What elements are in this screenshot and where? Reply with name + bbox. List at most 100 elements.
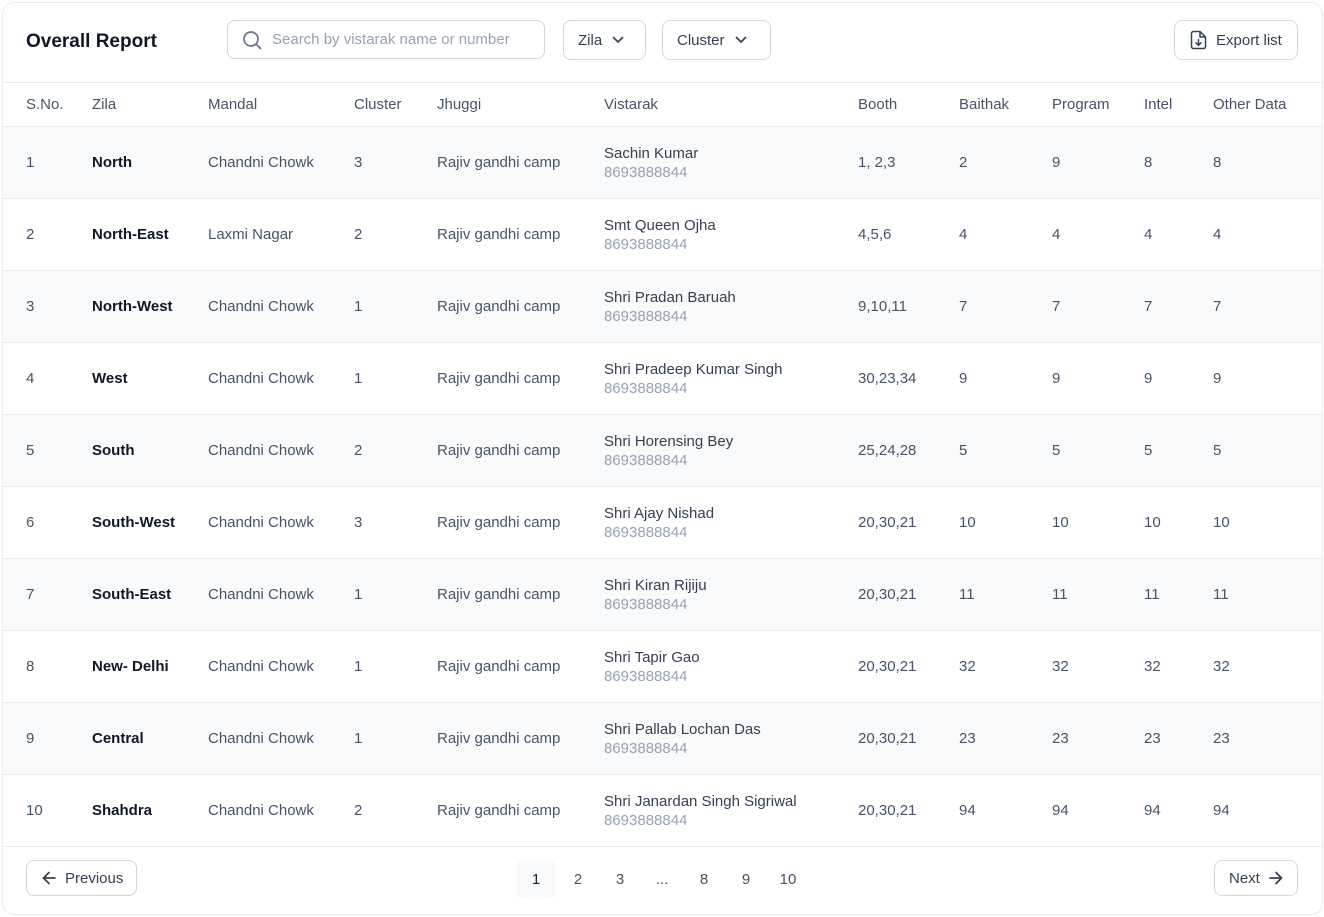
cell-cluster: 2: [354, 414, 437, 487]
page-button-1[interactable]: 1: [516, 859, 556, 899]
cell-baithak: 11: [959, 558, 1052, 631]
table-row[interactable]: 5 South Chandni Chowk 2 Rajiv gandhi cam…: [3, 414, 1322, 487]
cell-jhuggi: Rajiv gandhi camp: [437, 198, 604, 271]
table-row[interactable]: 8 New- Delhi Chandni Chowk 1 Rajiv gandh…: [3, 630, 1322, 703]
page-button-3[interactable]: 3: [600, 859, 640, 899]
page-button-10[interactable]: 10: [768, 859, 808, 899]
table-row[interactable]: 6 South-West Chandni Chowk 3 Rajiv gandh…: [3, 486, 1322, 559]
cell-intel: 4: [1144, 198, 1213, 271]
cell-other-data: 8: [1213, 126, 1322, 199]
zila-filter-label: Zila: [578, 31, 603, 49]
report-table: S.No. Zila Mandal Cluster Jhuggi Vistara…: [3, 83, 1322, 847]
vistarak-name: Sachin Kumar: [604, 144, 699, 162]
page-title: Overall Report: [26, 31, 157, 52]
cell-other-data: 32: [1213, 630, 1322, 703]
column-header-baithak[interactable]: Baithak: [959, 83, 1052, 127]
cell-intel: 94: [1144, 774, 1213, 847]
export-list-button[interactable]: Export list: [1174, 20, 1298, 60]
table-row[interactable]: 4 West Chandni Chowk 1 Rajiv gandhi camp…: [3, 342, 1322, 415]
cell-mandal: Chandni Chowk: [208, 486, 354, 559]
table-row[interactable]: 9 Central Chandni Chowk 1 Rajiv gandhi c…: [3, 702, 1322, 775]
cluster-filter-dropdown[interactable]: Cluster: [662, 20, 771, 60]
cell-intel: 5: [1144, 414, 1213, 487]
cell-mandal: Chandni Chowk: [208, 702, 354, 775]
cell-vistarak: Shri Pradan Baruah 8693888844: [604, 270, 858, 343]
page-button-2[interactable]: 2: [558, 859, 598, 899]
arrow-left-icon: [42, 871, 56, 885]
column-header-other-data[interactable]: Other Data: [1213, 83, 1322, 127]
cell-intel: 8: [1144, 126, 1213, 199]
cell-cluster: 1: [354, 558, 437, 631]
previous-button[interactable]: Previous: [26, 860, 137, 896]
cell-cluster: 1: [354, 630, 437, 703]
table-row[interactable]: 10 Shahdra Chandni Chowk 2 Rajiv gandhi …: [3, 774, 1322, 847]
vistarak-phone: 8693888844: [604, 163, 688, 181]
cell-sno: 5: [3, 414, 92, 487]
table-row[interactable]: 2 North-East Laxmi Nagar 2 Rajiv gandhi …: [3, 198, 1322, 271]
column-header-intel[interactable]: Intel: [1144, 83, 1213, 127]
cell-sno: 7: [3, 558, 92, 631]
table-row[interactable]: 7 South-East Chandni Chowk 1 Rajiv gandh…: [3, 558, 1322, 631]
cell-baithak: 23: [959, 702, 1052, 775]
cell-baithak: 9: [959, 342, 1052, 415]
search-box[interactable]: [227, 20, 545, 59]
vistarak-phone: 8693888844: [604, 451, 688, 469]
zila-filter-dropdown[interactable]: Zila: [563, 20, 646, 60]
cell-zila: Shahdra: [92, 774, 208, 847]
cell-jhuggi: Rajiv gandhi camp: [437, 630, 604, 703]
next-button[interactable]: Next: [1214, 860, 1298, 896]
column-header-sno[interactable]: S.No.: [3, 83, 92, 127]
cell-zila: New- Delhi: [92, 630, 208, 703]
cell-program: 9: [1052, 342, 1144, 415]
cell-program: 32: [1052, 630, 1144, 703]
vistarak-phone: 8693888844: [604, 235, 688, 253]
cell-zila: Central: [92, 702, 208, 775]
column-header-cluster[interactable]: Cluster: [354, 83, 437, 127]
cell-jhuggi: Rajiv gandhi camp: [437, 558, 604, 631]
table-row[interactable]: 3 North-West Chandni Chowk 1 Rajiv gandh…: [3, 270, 1322, 343]
cell-zila: North-West: [92, 270, 208, 343]
column-header-mandal[interactable]: Mandal: [208, 83, 354, 127]
cell-other-data: 9: [1213, 342, 1322, 415]
vistarak-name: Shri Horensing Bey: [604, 432, 734, 450]
cell-sno: 2: [3, 198, 92, 271]
pagination: Previous 1 2 3 ... 8 9 10 Next: [3, 846, 1322, 914]
column-header-zila[interactable]: Zila: [92, 83, 208, 127]
column-header-booth[interactable]: Booth: [858, 83, 959, 127]
page-numbers: 1 2 3 ... 8 9 10: [516, 859, 810, 899]
cell-mandal: Chandni Chowk: [208, 414, 354, 487]
cell-program: 4: [1052, 198, 1144, 271]
cell-vistarak: Shri Tapir Gao 8693888844: [604, 630, 858, 703]
cell-vistarak: Shri Pallab Lochan Das 8693888844: [604, 702, 858, 775]
cell-program: 11: [1052, 558, 1144, 631]
page-button-9[interactable]: 9: [726, 859, 766, 899]
cell-jhuggi: Rajiv gandhi camp: [437, 270, 604, 343]
vistarak-phone: 8693888844: [604, 667, 688, 685]
search-input[interactable]: [270, 30, 524, 49]
cell-booth: 9,10,11: [858, 270, 959, 343]
cell-vistarak: Shri Kiran Rijiju 8693888844: [604, 558, 858, 631]
cell-program: 23: [1052, 702, 1144, 775]
page-button-8[interactable]: 8: [684, 859, 724, 899]
vistarak-phone: 8693888844: [604, 739, 688, 757]
cell-booth: 4,5,6: [858, 198, 959, 271]
cell-booth: 25,24,28: [858, 414, 959, 487]
cell-jhuggi: Rajiv gandhi camp: [437, 486, 604, 559]
column-header-vistarak[interactable]: Vistarak: [604, 83, 858, 127]
cell-zila: South: [92, 414, 208, 487]
cell-baithak: 94: [959, 774, 1052, 847]
cell-jhuggi: Rajiv gandhi camp: [437, 414, 604, 487]
table-row[interactable]: 1 North Chandni Chowk 3 Rajiv gandhi cam…: [3, 126, 1322, 199]
cell-other-data: 5: [1213, 414, 1322, 487]
previous-label: Previous: [65, 869, 124, 887]
vistarak-name: Shri Kiran Rijiju: [604, 576, 707, 594]
report-header: Overall Report Zila Cluster: [3, 3, 1322, 83]
cell-other-data: 94: [1213, 774, 1322, 847]
cell-booth: 20,30,21: [858, 702, 959, 775]
cell-intel: 11: [1144, 558, 1213, 631]
cell-booth: 20,30,21: [858, 558, 959, 631]
page-ellipsis: ...: [655, 870, 669, 888]
column-header-jhuggi[interactable]: Jhuggi: [437, 83, 604, 127]
column-header-program[interactable]: Program: [1052, 83, 1144, 127]
cell-zila: South-East: [92, 558, 208, 631]
